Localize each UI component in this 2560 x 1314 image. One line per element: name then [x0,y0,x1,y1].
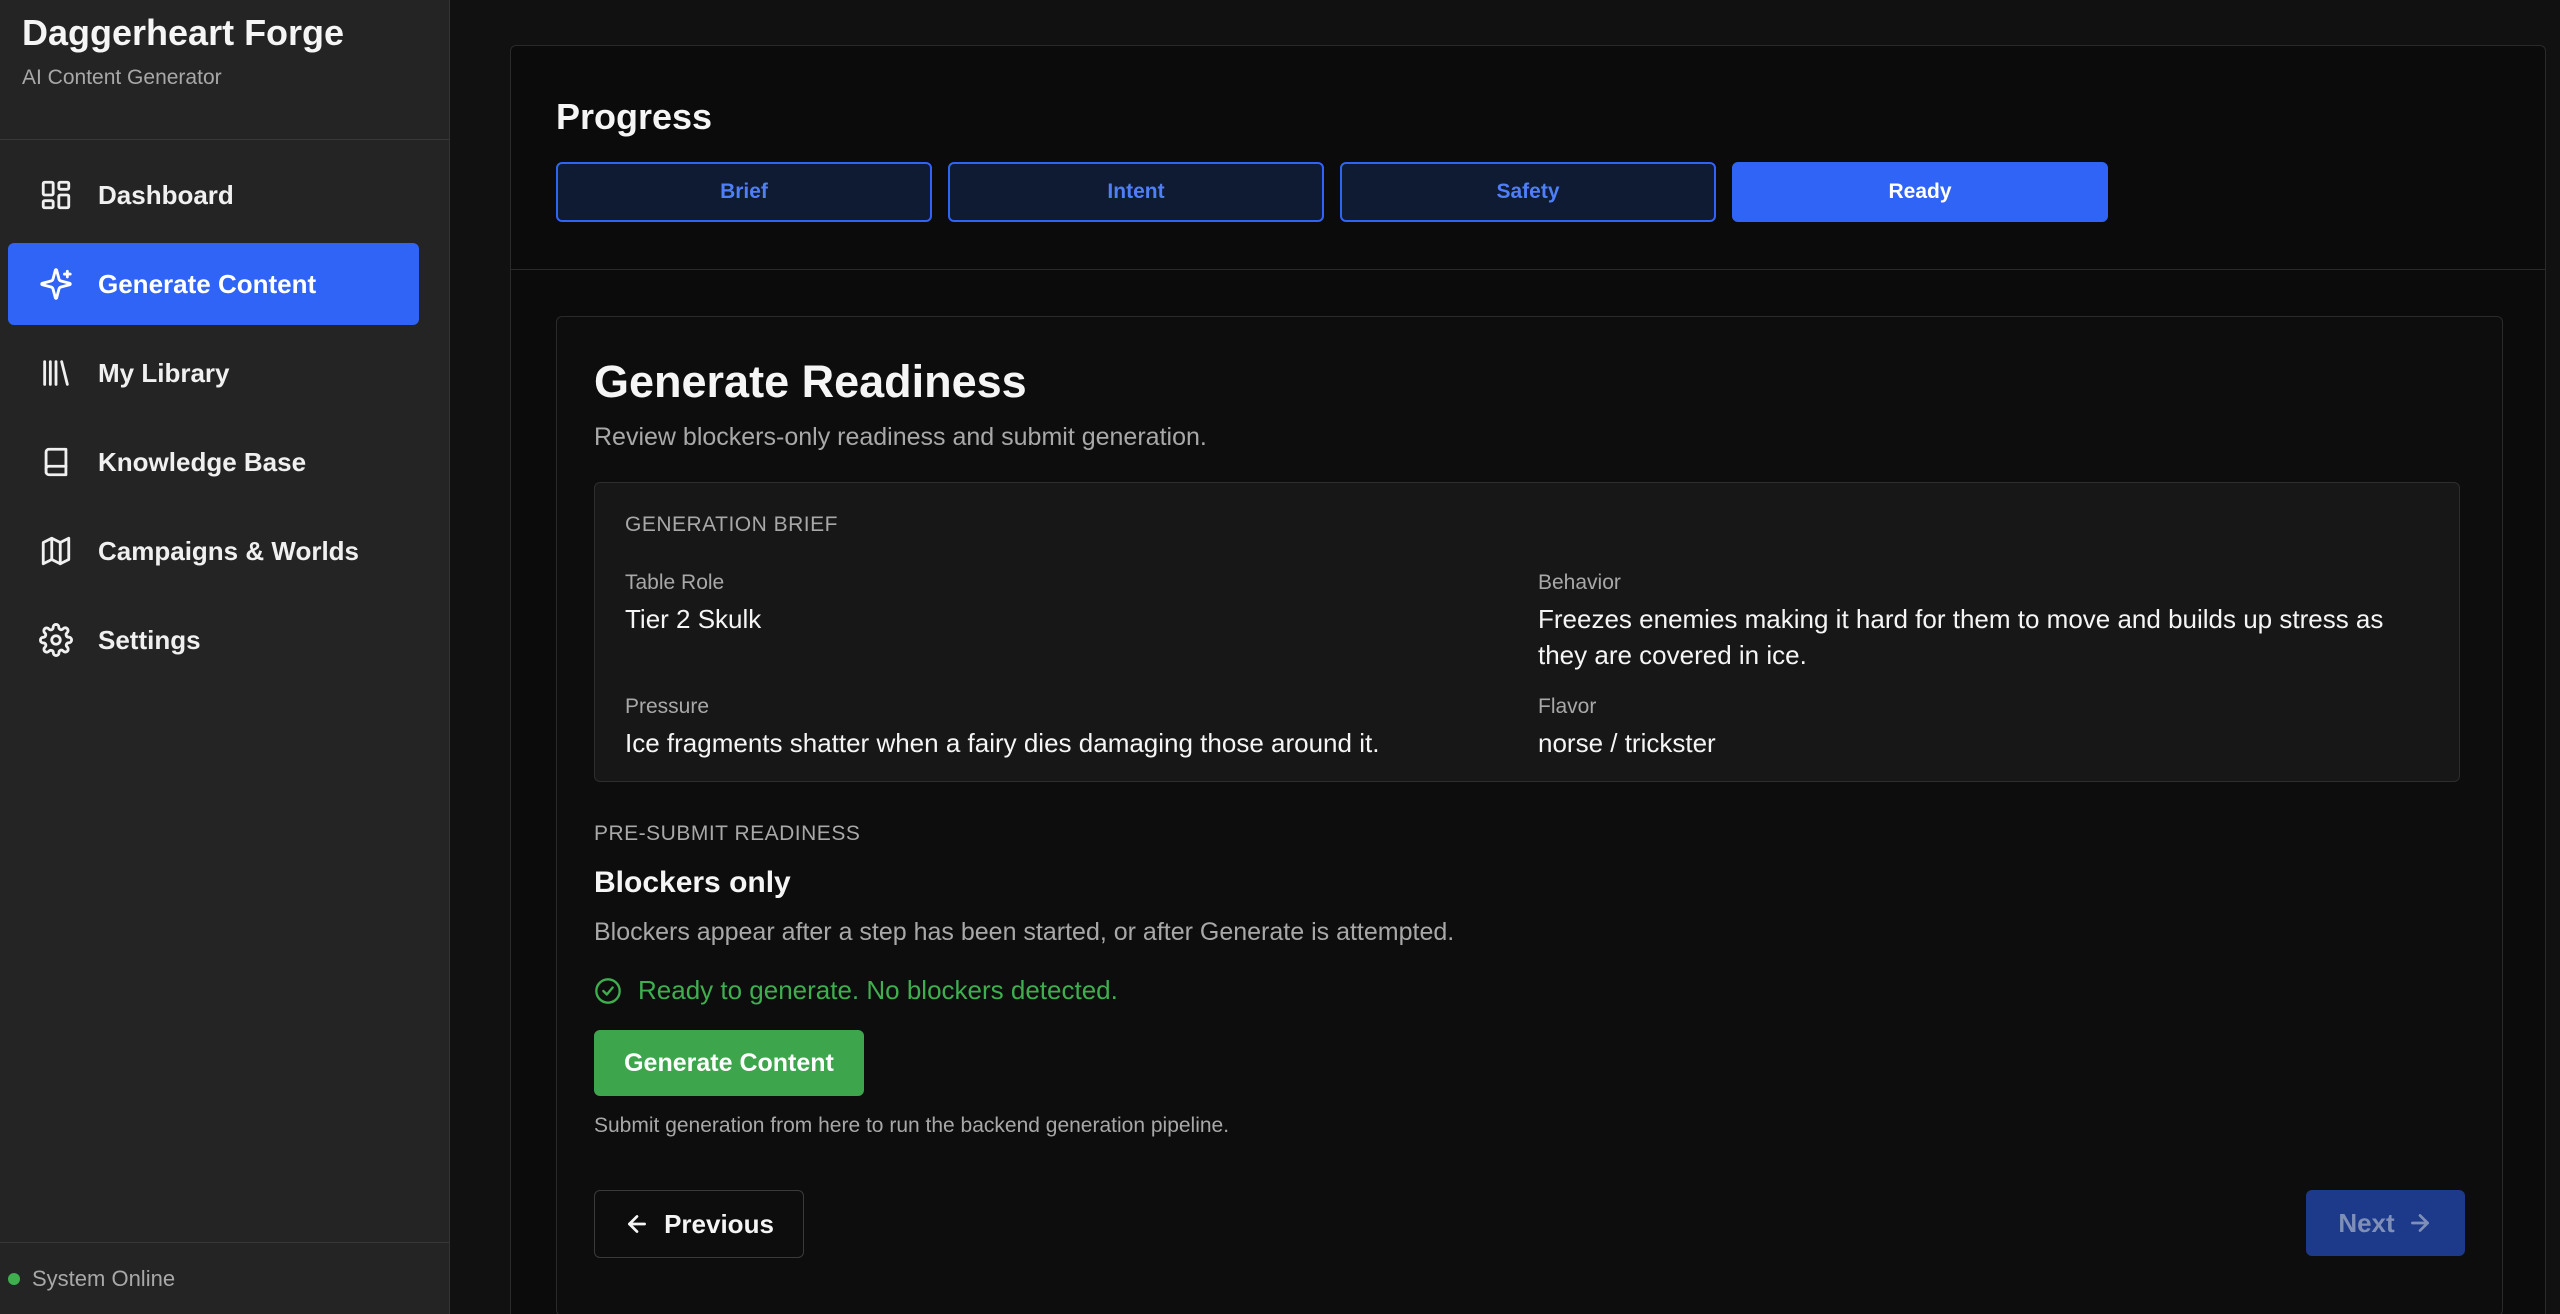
generation-brief: GENERATION BRIEF Table Role Tier 2 Skulk… [594,482,2460,782]
arrow-left-icon [624,1211,650,1237]
next-button[interactable]: Next [2306,1190,2465,1256]
sidebar-nav: Dashboard Generate Content My Library Kn… [0,140,449,681]
main-content: Progress Brief Intent Safety Ready Gener… [450,0,2560,1314]
sidebar-item-label: Campaigns & Worlds [98,535,360,566]
sparkle-icon [38,266,74,302]
brief-section-label: GENERATION BRIEF [625,513,838,536]
field-value: Ice fragments shatter when a fairy dies … [625,728,1380,758]
field-value: Freezes enemies making it hard for them … [1538,604,2384,670]
field-label: Flavor [1538,695,1597,718]
previous-label: Previous [664,1208,774,1239]
progress-section: Progress Brief Intent Safety Ready [511,46,2545,270]
readiness-section-label: PRE-SUBMIT READINESS [594,822,861,845]
step-ready[interactable]: Ready [1732,162,2108,222]
sidebar-item-label: Dashboard [98,179,234,210]
sidebar-item-settings[interactable]: Settings [8,599,419,681]
card-subtitle: Review blockers-only readiness and submi… [594,423,1207,451]
check-circle-icon [594,977,622,1005]
generate-hint: Submit generation from here to run the b… [594,1114,1230,1137]
system-status: System Online [0,1242,449,1314]
sidebar-item-generate-content[interactable]: Generate Content [8,243,419,325]
next-label: Next [2338,1207,2395,1238]
brief-grid: Table Role Tier 2 Skulk Behavior Freezes… [625,537,2429,758]
sidebar-item-campaigns-worlds[interactable]: Campaigns & Worlds [8,510,419,592]
status-dot-icon [8,1272,20,1285]
sidebar-item-label: My Library [98,357,230,388]
field-value: norse / trickster [1538,728,1716,758]
sidebar-item-dashboard[interactable]: Dashboard [8,154,419,236]
library-icon [38,355,74,391]
sidebar-item-label: Knowledge Base [98,446,307,477]
progress-title: Progress [556,96,713,137]
ready-status-message: Ready to generate. No blockers detected. [594,975,2464,1006]
field-pressure: Pressure Ice fragments shatter when a fa… [625,695,1379,761]
brand-subtitle: AI Content Generator [22,66,222,89]
sidebar-item-my-library[interactable]: My Library [8,332,419,414]
field-label: Pressure [625,695,710,718]
previous-button[interactable]: Previous [594,1190,804,1258]
sidebar-item-knowledge-base[interactable]: Knowledge Base [8,421,419,503]
step-intent[interactable]: Intent [948,162,1324,222]
book-icon [38,444,74,480]
step-safety[interactable]: Safety [1340,162,1716,222]
field-label: Table Role [625,571,725,594]
progress-steps: Brief Intent Safety Ready [556,162,2545,222]
app-root: Daggerheart Forge AI Content Generator D… [0,0,2560,1314]
field-label: Behavior [1538,571,1621,594]
readiness-card: Generate Readiness Review blockers-only … [556,316,2503,1314]
wizard-panel: Progress Brief Intent Safety Ready Gener… [510,45,2546,1314]
dashboard-icon [38,177,74,213]
generate-content-button[interactable]: Generate Content [594,1030,864,1096]
readiness-heading: Blockers only [594,866,791,899]
pre-submit-readiness: PRE-SUBMIT READINESS Blockers only Block… [594,822,2464,1138]
brand: Daggerheart Forge AI Content Generator [0,0,449,140]
ready-message-text: Ready to generate. No blockers detected. [638,975,1118,1005]
map-icon [38,533,74,569]
field-value: Tier 2 Skulk [625,604,762,634]
gear-icon [38,622,74,658]
brand-title: Daggerheart Forge [22,12,345,53]
sidebar-item-label: Generate Content [98,268,317,299]
field-flavor: Flavor norse / trickster [1538,695,1716,761]
wizard-nav: Previous Next [594,1190,2465,1258]
sidebar-item-label: Settings [98,624,201,655]
step-brief[interactable]: Brief [556,162,932,222]
field-table-role: Table Role Tier 2 Skulk [625,571,761,637]
readiness-description: Blockers appear after a step has been st… [594,918,1455,946]
field-behavior: Behavior Freezes enemies making it hard … [1538,571,2438,673]
sidebar: Daggerheart Forge AI Content Generator D… [0,0,450,1314]
arrow-right-icon [2407,1210,2433,1236]
status-text: System Online [32,1265,176,1291]
card-title: Generate Readiness [594,356,1027,407]
